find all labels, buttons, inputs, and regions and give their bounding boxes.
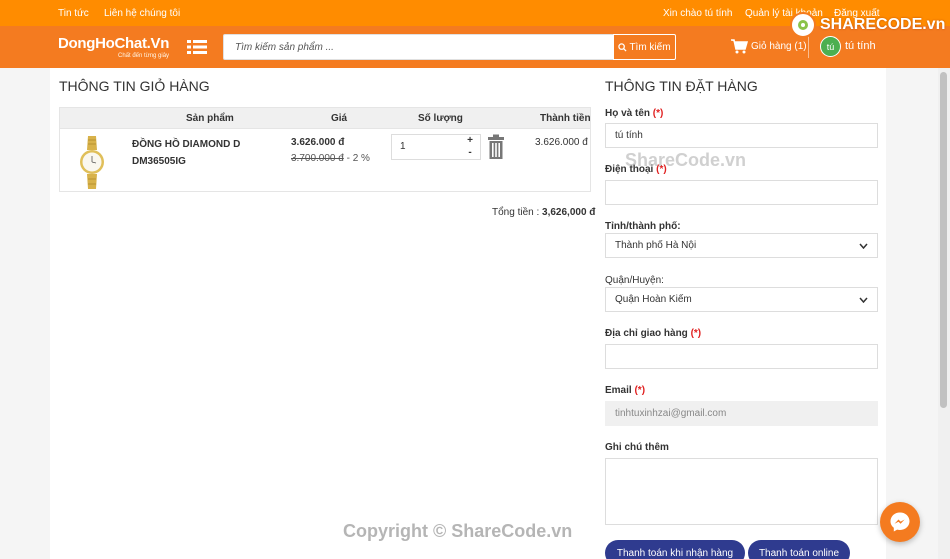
note-label: Ghi chú thêm xyxy=(605,442,669,453)
search-input[interactable]: Tìm kiếm sản phẩm ... xyxy=(223,34,614,60)
messenger-icon xyxy=(890,512,910,532)
menu-icon[interactable] xyxy=(187,39,207,55)
required-mark: (*) xyxy=(652,108,664,119)
table-header: Sản phẩm Giá Số lượng Thành tiền xyxy=(60,108,591,129)
cart-table: Sản phẩm Giá Số lượng Thành tiền ĐỒNG HỒ… xyxy=(59,107,591,192)
product-name[interactable]: ĐỒNG HỒ DIAMOND D DM36505IG xyxy=(132,136,252,170)
greeting-link[interactable]: Xin chào tú tính xyxy=(663,8,733,19)
required-mark: (*) xyxy=(634,385,646,396)
email-label: Email (*) xyxy=(605,385,645,396)
required-mark: (*) xyxy=(690,328,702,339)
total-value: 3,626,000 đ xyxy=(542,207,596,218)
search-icon xyxy=(618,42,627,52)
note-textarea[interactable] xyxy=(605,458,878,525)
district-label: Quận/Huyện: xyxy=(605,275,664,286)
search-button[interactable]: Tìm kiếm xyxy=(613,34,676,60)
contact-link[interactable]: Liên hệ chúng tôi xyxy=(104,8,180,19)
cart-label: Giỏ hàng (1) xyxy=(751,41,807,52)
city-selected: Thành phố Hà Nội xyxy=(615,240,697,251)
logo-tagline: Chất đến từng giây xyxy=(118,53,170,59)
search-placeholder: Tìm kiếm sản phẩm ... xyxy=(235,41,334,53)
header-divider xyxy=(808,36,809,58)
sharecode-logo: SHARECODE.vn xyxy=(790,12,945,38)
username[interactable]: tú tính xyxy=(845,40,876,52)
column-subtotal: Thành tiền xyxy=(540,113,591,124)
product-image[interactable] xyxy=(76,134,108,190)
scrollbar[interactable] xyxy=(938,68,950,559)
column-price: Giá xyxy=(331,113,348,124)
district-select[interactable]: Quận Hoàn Kiếm xyxy=(605,287,878,312)
sharecode-logo-text: SHARECODE.vn xyxy=(820,16,946,33)
phone-field[interactable] xyxy=(605,180,878,205)
city-select[interactable]: Thành phố Hà Nội xyxy=(605,233,878,258)
quantity-stepper[interactable]: 1 + - xyxy=(391,134,481,160)
news-link[interactable]: Tin tức xyxy=(58,8,89,19)
address-label: Địa chỉ giao hàng (*) xyxy=(605,328,701,339)
address-field[interactable] xyxy=(605,344,878,369)
product-old-price: 3.700.000 đ xyxy=(291,153,344,164)
email-label-text: Email xyxy=(605,385,635,396)
email-field: tinhtuxinhzai@gmail.com xyxy=(605,401,878,426)
watermark-center: ShareCode.vn xyxy=(625,150,747,170)
online-payment-button[interactable]: Thanh toán online xyxy=(748,540,850,559)
increase-button[interactable]: + xyxy=(467,135,473,147)
total-label: Tổng tiền : xyxy=(492,207,543,218)
product-price: 3.626.000 đ xyxy=(291,137,345,148)
column-quantity: Số lượng xyxy=(418,113,463,124)
line-subtotal: 3.626.000 đ xyxy=(535,137,588,148)
cart-icon xyxy=(731,39,748,54)
chevron-down-icon xyxy=(859,243,868,249)
column-product: Sản phẩm xyxy=(186,113,234,124)
name-label: Họ và tên (*) xyxy=(605,108,663,119)
cart-title: THÔNG TIN GIỎ HÀNG xyxy=(59,78,210,94)
chevron-down-icon xyxy=(859,297,868,303)
order-title: THÔNG TIN ĐẶT HÀNG xyxy=(605,78,758,94)
quantity-input[interactable]: 1 xyxy=(392,135,460,159)
product-discount: - 2 % xyxy=(343,153,370,164)
name-field[interactable]: tú tính xyxy=(605,123,878,148)
messenger-button[interactable] xyxy=(880,502,920,542)
cart-total: Tổng tiền : 3,626,000 đ xyxy=(492,207,595,218)
site-logo[interactable]: DongHoChat.Vn Chất đến từng giây xyxy=(58,35,170,59)
trash-icon[interactable] xyxy=(487,134,505,160)
district-selected: Quận Hoàn Kiếm xyxy=(615,294,692,305)
decrease-button[interactable]: - xyxy=(468,147,471,159)
address-label-text: Địa chỉ giao hàng xyxy=(605,328,691,339)
scrollbar-thumb[interactable] xyxy=(940,72,947,408)
cod-payment-button[interactable]: Thanh toán khi nhận hàng xyxy=(605,540,745,559)
search-button-label: Tìm kiếm xyxy=(629,41,671,53)
cart-link[interactable]: Giỏ hàng (1) xyxy=(731,39,807,54)
city-label: Tỉnh/thành phố: xyxy=(605,221,681,232)
logo-text: DongHoChat.Vn xyxy=(58,35,170,52)
sharecode-logo-icon xyxy=(790,12,816,38)
name-label-text: Họ và tên xyxy=(605,108,653,119)
watermark-copyright: Copyright © ShareCode.vn xyxy=(343,521,573,541)
avatar[interactable]: tú xyxy=(820,36,841,57)
product-old-price-row: 3.700.000 đ - 2 % xyxy=(291,153,370,164)
